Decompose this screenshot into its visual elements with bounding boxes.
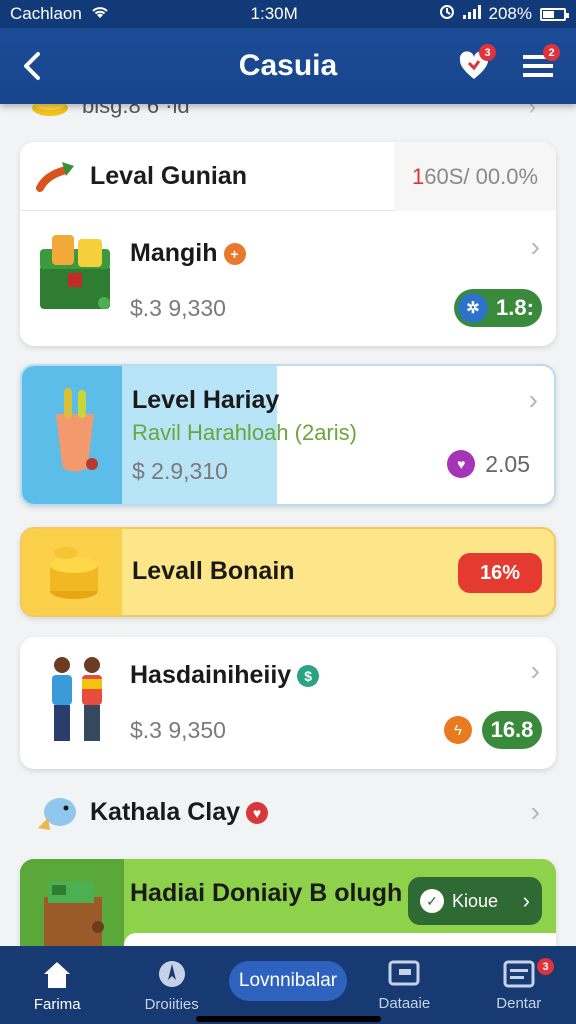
chevron-right-icon: › xyxy=(528,104,536,119)
nav-item-activities[interactable]: Droiities xyxy=(114,946,228,1024)
list-item[interactable]: Mangih + $.3 9,330 › ✲ 1.8: xyxy=(20,211,556,346)
page-title: Casuia xyxy=(238,49,338,82)
signal-icon xyxy=(462,4,481,24)
item-price: $.3 9,330 xyxy=(130,295,226,321)
favorites-button[interactable]: 3 xyxy=(452,44,496,88)
bottom-nav: Farima Droiities Lovnnibalar Dataaie Den… xyxy=(0,946,576,1024)
chevron-right-icon: › xyxy=(530,796,540,827)
mortar-icon xyxy=(56,388,98,472)
item-name: Mangih xyxy=(130,239,218,267)
item-value: 2.05 xyxy=(485,450,530,477)
nav-item-dashboard[interactable]: Dataaie xyxy=(347,946,461,1024)
bolt-icon: ϟ xyxy=(444,716,472,744)
item-name: Level Hariay xyxy=(132,386,280,414)
shield-badge-icon: $ xyxy=(297,665,320,688)
chevron-right-icon: › xyxy=(522,888,530,913)
carrier-label: Cachlaon xyxy=(10,4,82,23)
crate-icon xyxy=(44,881,104,946)
home-indicator xyxy=(196,1016,381,1022)
coin-stack-icon xyxy=(50,547,98,599)
battery-icon xyxy=(540,7,569,21)
check-icon: ✓ xyxy=(420,889,444,913)
action-button[interactable]: ✓ Kioue › xyxy=(408,877,542,925)
back-chevron-icon xyxy=(24,52,40,80)
dashboard-icon xyxy=(388,960,420,985)
list-item[interactable]: Level Hariay Ravil Harahloah (2aris) $ 2… xyxy=(20,364,556,506)
group-card: Leval Gunian 1 60S/ 00.0% Mangih + $.3 9,… xyxy=(20,142,556,346)
value-pill: ✲ 1.8: xyxy=(454,289,542,327)
fish-icon xyxy=(38,798,76,830)
list-item[interactable]: Hadiai Doniaiy B olugh ✓ Kioue › xyxy=(20,859,556,946)
center-nav-button[interactable]: Lovnnibalar xyxy=(228,961,348,1001)
nav-item-center[interactable]: Lovnnibalar xyxy=(228,946,348,1024)
menu-badge: 2 xyxy=(543,44,560,61)
item-name: Levall Bonain xyxy=(132,557,295,585)
treasure-chest-icon xyxy=(40,235,110,309)
item-price: $ 2.9,310 xyxy=(132,458,228,484)
chevron-right-icon: › xyxy=(530,231,540,262)
bonus-percent-badge: 16% xyxy=(458,553,542,593)
item-name: Hasdainiheiiy xyxy=(130,661,292,689)
coin-icon xyxy=(32,104,68,116)
list-item[interactable]: Kathala Clay ♥ › xyxy=(20,784,556,844)
list-item[interactable]: Hasdainiheiiy $ $.3 9,350 › ϟ 16.8 xyxy=(20,637,556,769)
item-price: $.3 9,350 xyxy=(130,717,226,743)
item-name: Hadiai Doniaiy B olugh xyxy=(130,879,403,907)
group-title: Leval Gunian xyxy=(90,162,247,190)
alarm-icon xyxy=(439,4,455,25)
heart-badge-icon: ♥ xyxy=(447,450,476,478)
sprout-icon xyxy=(36,162,74,192)
heart-badge-icon: ♥ xyxy=(246,802,269,825)
plus-badge-icon: + xyxy=(223,243,246,266)
list-item[interactable]: bisg.8 6 ·ld xyxy=(30,104,190,120)
chevron-right-icon: › xyxy=(530,655,540,686)
content-list: bisg.8 6 ·ld › Leval Gunian 1 60S/ 00.0% xyxy=(0,104,576,946)
item-subtitle: Ravil Harahloah (2aris) xyxy=(132,420,357,445)
star-icon: ✲ xyxy=(458,293,488,323)
favorites-badge: 3 xyxy=(479,44,496,61)
clock: 1:30M xyxy=(250,4,298,23)
nav-badge: 3 xyxy=(537,958,554,975)
item-name: Kathala Clay xyxy=(90,798,241,826)
list-icon xyxy=(503,960,535,987)
home-icon xyxy=(44,961,71,988)
wifi-icon xyxy=(90,4,110,25)
compass-icon xyxy=(158,960,185,987)
battery-label: 208% xyxy=(488,4,532,23)
back-button[interactable] xyxy=(14,46,54,86)
list-item[interactable]: Levall Bonain 16% xyxy=(20,527,556,617)
group-progress: 1 60S/ 00.0% xyxy=(394,142,556,211)
nav-item-home[interactable]: Farima xyxy=(0,946,114,1024)
people-icon xyxy=(52,657,102,741)
nav-item-list[interactable]: Dentar 3 xyxy=(462,946,576,1024)
menu-button[interactable]: 2 xyxy=(516,44,560,88)
app-bar: Casuia 3 2 xyxy=(0,28,576,104)
status-bar: Cachlaon 1:30M 208% xyxy=(0,0,576,28)
chevron-right-icon: › xyxy=(528,384,538,415)
group-header[interactable]: Leval Gunian 1 60S/ 00.0% xyxy=(20,142,556,211)
value-pill: 16.8 xyxy=(482,711,542,749)
item-name: bisg.8 6 ·ld xyxy=(82,104,190,118)
